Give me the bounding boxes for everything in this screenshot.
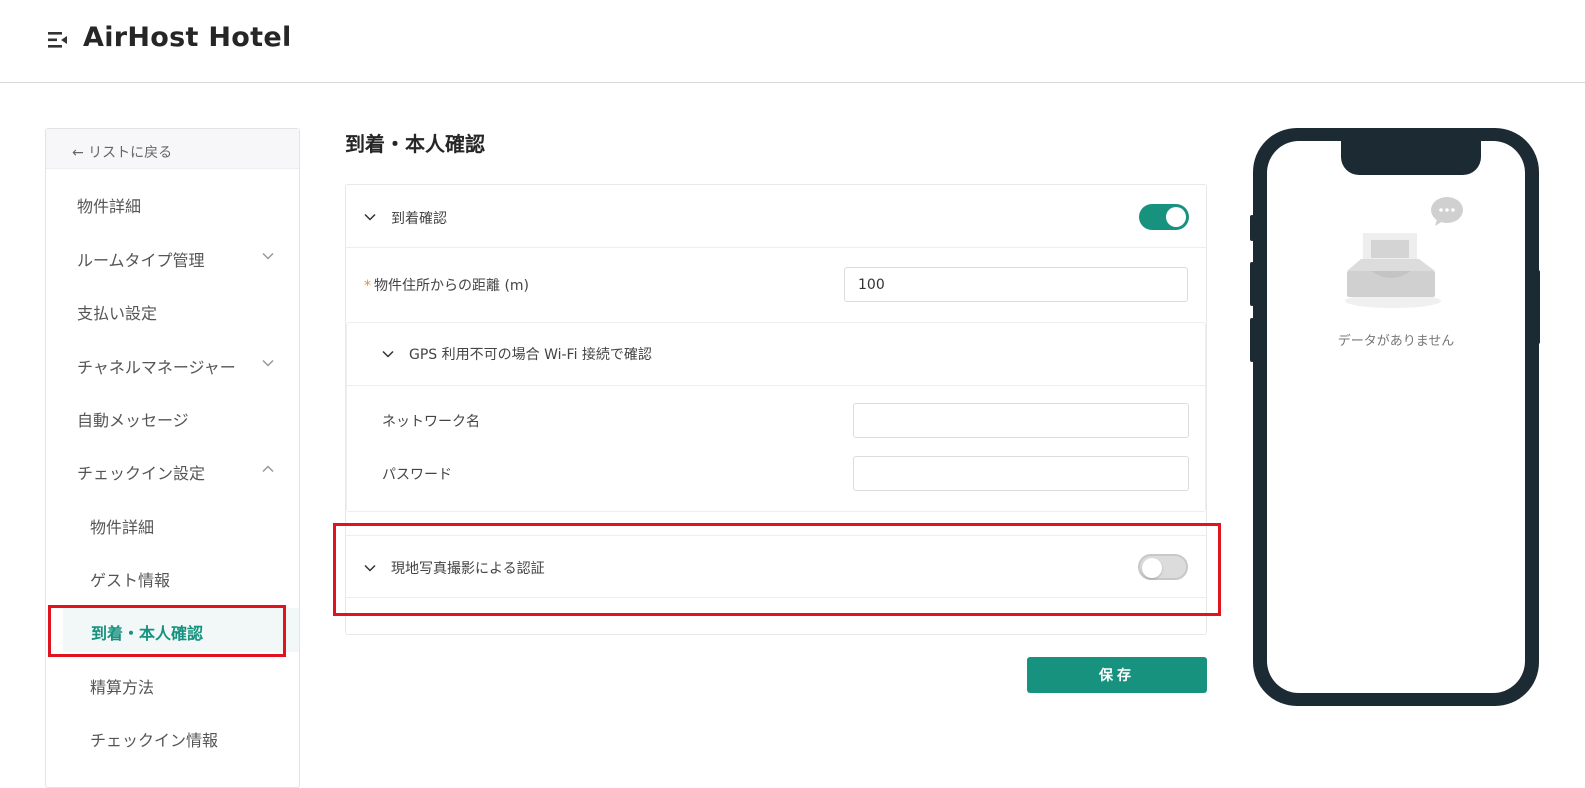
password-label: パスワード bbox=[382, 467, 452, 483]
wifi-check-header[interactable]: GPS 利用不可の場合 Wi-Fi 接続で確認 bbox=[347, 323, 1205, 386]
empty-state-text: データがありません bbox=[1337, 334, 1455, 349]
phone-notch bbox=[1341, 141, 1481, 175]
sidebar-item-channel-manager[interactable]: チャネルマネージャー bbox=[46, 342, 299, 386]
back-to-list-link[interactable]: ← リストに戻る bbox=[46, 129, 299, 169]
sidebar-item-label: 物件詳細 bbox=[77, 197, 142, 216]
distance-label: * 物件住所からの距離 (m) bbox=[364, 275, 529, 295]
sidebar-item-checkin-settings[interactable]: チェックイン設定 bbox=[46, 448, 299, 492]
photo-verification-toggle[interactable] bbox=[1138, 554, 1188, 580]
sidebar-item-auto-messages[interactable]: 自動メッセージ bbox=[46, 395, 299, 439]
sidebar-item-label: 物件詳細 bbox=[90, 518, 155, 537]
sidebar-item-property-details[interactable]: 物件詳細 bbox=[46, 181, 299, 225]
app-title: AirHost Hotel bbox=[83, 22, 292, 53]
required-mark: * bbox=[364, 278, 371, 294]
network-name-label: ネットワーク名 bbox=[382, 414, 480, 430]
arrival-check-header[interactable]: 到着確認 bbox=[346, 185, 1206, 248]
sidebar-item-label: 精算方法 bbox=[90, 678, 155, 697]
sidebar-subitem-arrival-id-check[interactable]: 到着・本人確認 bbox=[63, 608, 299, 652]
sidebar-item-label: 到着・本人確認 bbox=[91, 624, 204, 643]
empty-inbox-icon bbox=[1345, 197, 1463, 308]
password-input[interactable] bbox=[853, 456, 1189, 491]
phone-screen: データがありません bbox=[1267, 141, 1525, 693]
chevron-down-icon[interactable] bbox=[364, 564, 376, 572]
sidebar-item-label: 自動メッセージ bbox=[77, 411, 189, 430]
phone-preview: データがありません bbox=[1253, 128, 1539, 706]
chevron-down-icon bbox=[262, 252, 274, 260]
network-name-input[interactable] bbox=[853, 403, 1189, 438]
sidebar-item-label: 支払い設定 bbox=[77, 304, 158, 323]
distance-label-text: 物件住所からの距離 (m) bbox=[374, 278, 530, 294]
toggle-knob bbox=[1166, 207, 1186, 227]
page-title: 到着・本人確認 bbox=[345, 132, 485, 156]
photo-verification-header[interactable]: 現地写真撮影による認証 bbox=[346, 535, 1206, 598]
sidebar-subitem-guest-info[interactable]: ゲスト情報 bbox=[46, 555, 299, 599]
chevron-down-icon[interactable] bbox=[364, 213, 376, 221]
photo-verification-title: 現地写真撮影による認証 bbox=[391, 561, 545, 577]
sidebar: ← リストに戻る 物件詳細 ルームタイプ管理 支払い設定 チャネルマネージャー … bbox=[45, 128, 300, 788]
distance-input[interactable] bbox=[844, 267, 1188, 302]
chevron-down-icon bbox=[262, 359, 274, 367]
sidebar-subitem-payment-method[interactable]: 精算方法 bbox=[46, 662, 299, 706]
top-bar: AirHost Hotel bbox=[0, 0, 1585, 83]
wifi-check-title: GPS 利用不可の場合 Wi-Fi 接続で確認 bbox=[409, 347, 652, 363]
sidebar-item-room-types[interactable]: ルームタイプ管理 bbox=[46, 235, 299, 279]
arrival-check-toggle[interactable] bbox=[1139, 204, 1189, 230]
sidebar-item-label: チェックイン設定 bbox=[77, 464, 206, 483]
back-to-list-label: ← リストに戻る bbox=[72, 145, 173, 161]
chevron-up-icon bbox=[262, 465, 274, 473]
save-button[interactable]: 保存 bbox=[1027, 657, 1207, 693]
sidebar-item-label: チャネルマネージャー bbox=[77, 358, 236, 377]
menu-collapse-icon[interactable] bbox=[48, 31, 68, 49]
toggle-knob bbox=[1142, 558, 1162, 578]
settings-panel: 到着確認 *物件住所からの距離 (m) GPS 利用不可の場合 Wi-Fi 接続… bbox=[345, 184, 1207, 635]
sidebar-subitem-checkin-info[interactable]: チェックイン情報 bbox=[46, 715, 299, 759]
sidebar-item-label: ルームタイプ管理 bbox=[77, 251, 205, 270]
chevron-down-icon[interactable] bbox=[382, 350, 394, 358]
sidebar-item-payment-settings[interactable]: 支払い設定 bbox=[46, 288, 299, 332]
sidebar-item-label: チェックイン情報 bbox=[90, 731, 219, 750]
arrival-check-title: 到着確認 bbox=[391, 211, 447, 227]
wifi-subpanel: GPS 利用不可の場合 Wi-Fi 接続で確認 ネットワーク名 パスワード bbox=[346, 322, 1206, 512]
sidebar-subitem-property-details[interactable]: 物件詳細 bbox=[46, 502, 299, 546]
sidebar-item-label: ゲスト情報 bbox=[90, 571, 171, 590]
